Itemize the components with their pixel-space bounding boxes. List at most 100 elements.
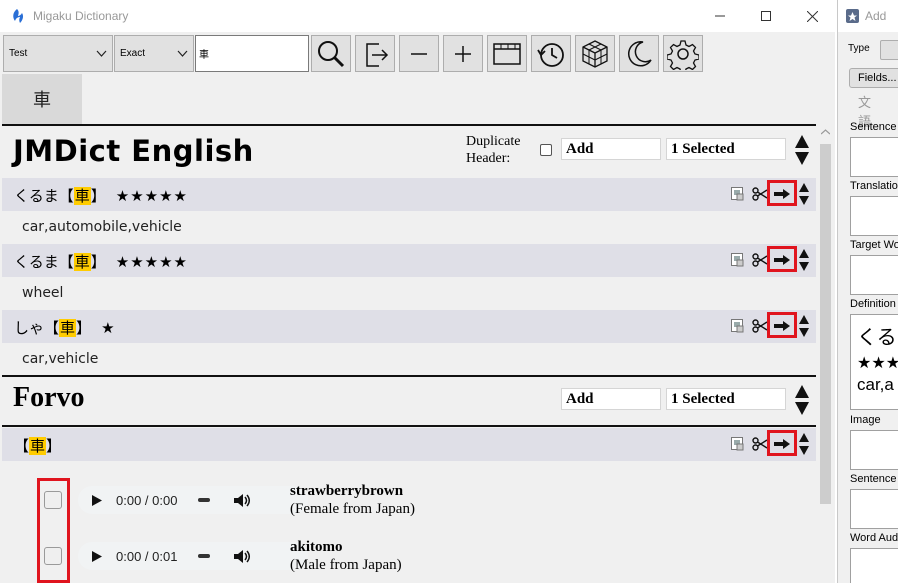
speaker-icon[interactable] (234, 493, 252, 508)
history-button[interactable] (531, 35, 571, 72)
play-icon[interactable] (92, 495, 102, 506)
forvo-selected-select[interactable]: 1 Selected (666, 388, 786, 410)
scroll-up-icon[interactable] (821, 129, 830, 135)
dark-mode-button[interactable] (619, 35, 659, 72)
search-tab[interactable]: 車 (2, 74, 82, 124)
jmdict-add-select[interactable]: Add (561, 138, 661, 160)
entry-word: くるま【車】 ★★★★★ (14, 187, 188, 205)
search-icon (318, 40, 345, 67)
maximize-icon (761, 11, 771, 21)
search-tab-label: 車 (33, 90, 51, 110)
anki-logo-icon (846, 9, 859, 23)
image-search-icon[interactable] (731, 187, 744, 201)
entry-reading: くるま (14, 187, 59, 205)
scissors-icon[interactable] (752, 253, 768, 267)
match-select[interactable]: Exact (114, 35, 194, 72)
forvo-entry-header: 【車】 (2, 428, 816, 461)
recording-row: 0:00 / 0:00 (40, 482, 308, 518)
settings-button[interactable] (663, 35, 703, 72)
entry-definition: car,automobile,vehicle (22, 219, 182, 235)
duplicate-header-line1: Duplicate (466, 134, 521, 149)
reorder-arrows-icon[interactable] (799, 249, 809, 271)
jmdict-selected-select[interactable]: 1 Selected (666, 138, 786, 160)
scissors-icon[interactable] (752, 319, 768, 333)
field-label: Image (850, 414, 881, 426)
moon-icon (628, 40, 652, 66)
progress-bar[interactable] (198, 498, 210, 502)
play-icon[interactable] (92, 551, 102, 562)
minus-icon (411, 52, 427, 55)
add-window: Add Type N Fields... 文 語 Sentence Transl… (837, 0, 898, 583)
type-button[interactable]: N (880, 40, 898, 60)
settings-cube-button[interactable] (575, 35, 615, 72)
recording-author: strawberrybrown (Female from Japan) (290, 482, 415, 518)
entry-kanji: 車 (73, 253, 91, 271)
field-label: Sentence (850, 473, 897, 485)
title-bar: Migaku Dictionary (0, 0, 835, 32)
field-label: Sentence (850, 121, 897, 133)
annotation-box (767, 180, 797, 206)
entry-stars: ★★★★★ (115, 253, 188, 271)
field-input[interactable] (850, 137, 898, 177)
recording-row: 0:00 / 0:01 (40, 538, 308, 574)
dictionary-select[interactable]: Test (3, 35, 113, 72)
scissors-icon[interactable] (752, 437, 768, 451)
cube-icon (582, 39, 608, 68)
audio-time: 0:00 / 0:00 (116, 493, 178, 508)
divider (2, 425, 816, 427)
recording-author-name: akitomo (290, 539, 343, 555)
annotation-box (767, 246, 797, 272)
field-input[interactable] (850, 548, 898, 583)
minimize-icon (715, 15, 725, 17)
reorder-arrows-icon[interactable] (799, 315, 809, 337)
image-search-icon[interactable] (731, 437, 744, 451)
forvo-sort-arrows-icon[interactable] (794, 384, 810, 416)
field-input[interactable] (850, 430, 898, 470)
zoom-in-button[interactable] (443, 35, 483, 72)
audio-time: 0:00 / 0:01 (116, 549, 178, 564)
reorder-arrows-icon[interactable] (799, 433, 809, 455)
minimize-button[interactable] (697, 0, 743, 32)
entry-stars: ★★★★★ (115, 187, 188, 205)
jmdict-sort-arrows-icon[interactable] (794, 134, 810, 166)
scissors-icon[interactable] (752, 187, 768, 201)
speaker-icon[interactable] (234, 549, 252, 564)
entry-kanji: 車 (73, 187, 91, 205)
fields-button[interactable]: Fields... (849, 68, 898, 88)
entry-header: しゃ【車】 ★ (2, 310, 816, 343)
reorder-arrows-icon[interactable] (799, 183, 809, 205)
results-scrollbar[interactable] (818, 124, 833, 583)
image-search-icon[interactable] (731, 319, 744, 333)
duplicate-header-line2: Header: (466, 151, 511, 166)
window-icon (493, 42, 521, 65)
forvo-add-select[interactable]: Add (561, 388, 661, 410)
search-button[interactable] (311, 35, 351, 72)
search-input[interactable]: 車 (195, 35, 309, 72)
annotation-box (767, 312, 797, 338)
zoom-out-button[interactable] (399, 35, 439, 72)
field-input[interactable] (850, 489, 898, 529)
divider (2, 375, 816, 377)
entry-reading: くるま (14, 253, 59, 271)
duplicate-header-checkbox[interactable] (540, 144, 552, 156)
scrollbar-thumb[interactable] (820, 144, 831, 504)
maximize-button[interactable] (743, 0, 789, 32)
history-icon (537, 42, 564, 67)
entry-reading: しゃ (14, 319, 45, 337)
field-input[interactable] (850, 255, 898, 295)
recording-author-info: (Female from Japan) (290, 501, 415, 517)
close-icon (806, 10, 818, 22)
layout-button[interactable] (487, 35, 527, 72)
close-button[interactable] (789, 0, 835, 32)
audio-player: 0:00 / 0:00 (78, 486, 308, 514)
results-panel: JMDict English Duplicate Header: Add 1 S… (0, 124, 818, 583)
gear-icon (667, 39, 699, 70)
entry-word: くるま【車】 ★★★★★ (14, 253, 188, 271)
forvo-entry-word: 【車】 (14, 437, 62, 455)
field-label: Target Wo (850, 239, 898, 251)
export-button[interactable] (355, 35, 395, 72)
progress-bar[interactable] (198, 554, 210, 558)
field-input[interactable] (850, 196, 898, 236)
image-search-icon[interactable] (731, 253, 744, 267)
definition-field-input[interactable]: くるま ★★★ car,a (850, 314, 898, 410)
